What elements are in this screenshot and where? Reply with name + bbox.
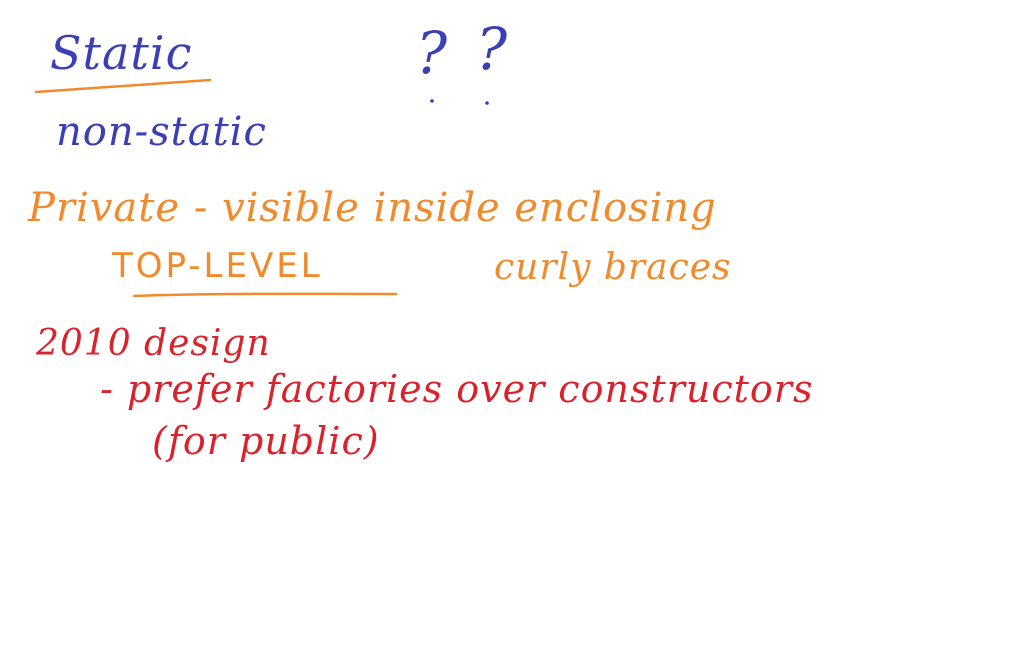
static-underline-stroke [34,78,212,94]
question-mark-1: ? [416,19,449,87]
static-note: Static [50,26,193,80]
for-public-note: (for public) [152,419,380,463]
question-dot-2 [485,101,489,105]
design-2010-note: 2010 design [36,323,271,364]
question-dot-1 [430,99,434,103]
private-visibility-note: Private - visible inside enclosing [28,185,717,231]
prefer-factories-note: - prefer factories over constructors [100,367,814,411]
top-level-note: TOP-LEVEL [112,246,323,286]
curly-braces-note: curly braces [494,247,732,288]
non-static-note: non-static [56,109,267,155]
top-level-underline-stroke [132,292,398,298]
whiteboard-canvas: Static ? ? non-static Private - visible … [0,0,1013,672]
question-mark-2: ? [476,15,509,83]
